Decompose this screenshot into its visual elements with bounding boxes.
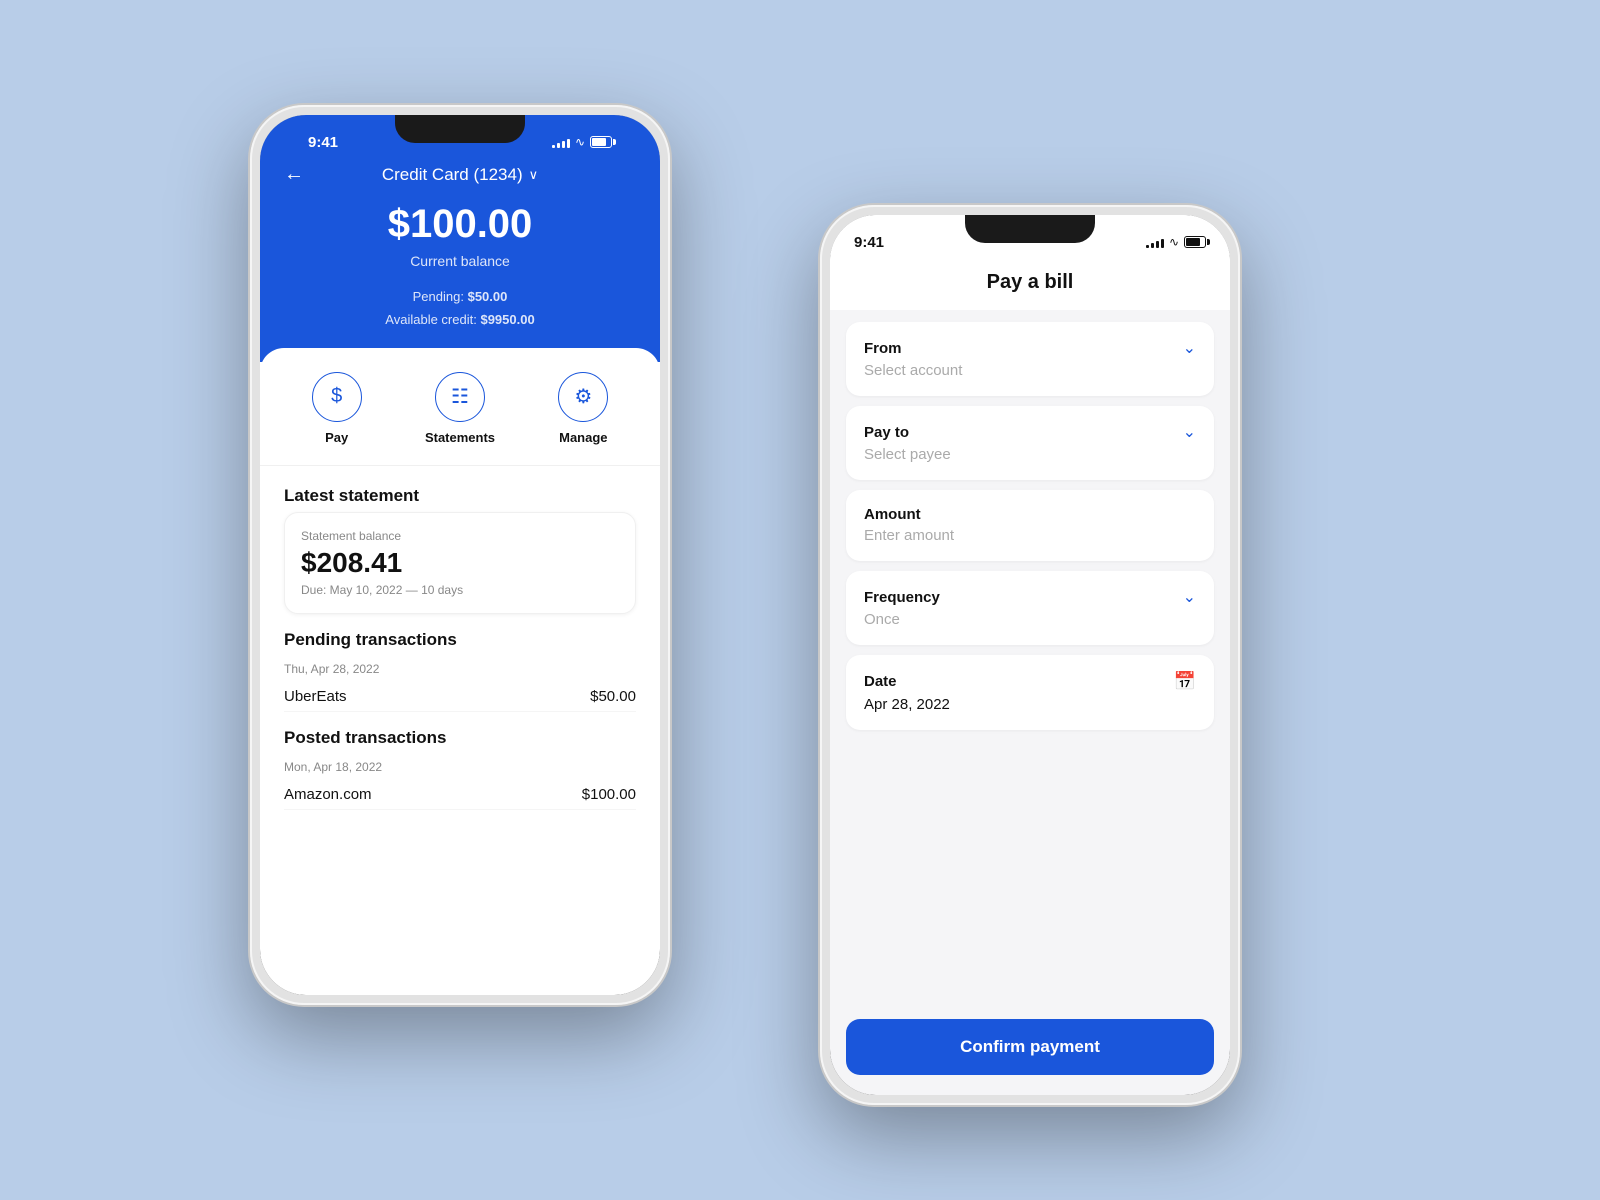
page-title: Pay a bill xyxy=(830,259,1230,310)
frequency-label: Frequency xyxy=(864,589,940,606)
transaction-amount-ubereats: $50.00 xyxy=(590,688,636,705)
phone2-screen: 9:41 ∿ xyxy=(830,215,1230,1095)
from-field[interactable]: From ⌄ Select account xyxy=(846,322,1214,396)
pending-title: Pending transactions xyxy=(284,630,636,650)
wifi-icon-1: ∿ xyxy=(575,135,585,149)
nav-title-1: Credit Card (1234) ∨ xyxy=(382,165,538,185)
time-2: 9:41 xyxy=(854,234,884,251)
transaction-name-ubereats: UberEats xyxy=(284,688,347,705)
battery-icon-2 xyxy=(1184,236,1206,248)
statements-button[interactable]: ☷ Statements xyxy=(425,372,495,445)
phone2-layout: 9:41 ∿ xyxy=(830,215,1230,1095)
date-value: Apr 28, 2022 xyxy=(864,696,950,713)
phone-pay-bill: 9:41 ∿ xyxy=(820,205,1240,1105)
statements-icon: ☷ xyxy=(435,372,485,422)
signal-icon-2 xyxy=(1146,236,1164,248)
pay-to-label: Pay to xyxy=(864,424,909,441)
status-icons-1: ∿ xyxy=(552,135,612,149)
amount-header: Amount xyxy=(864,506,1196,523)
frequency-chevron-icon[interactable]: ⌄ xyxy=(1183,587,1196,607)
date-field[interactable]: Date 📅 Apr 28, 2022 xyxy=(846,655,1214,730)
nav-bar-1: ← Credit Card (1234) ∨ xyxy=(284,159,636,202)
statement-amount: $208.41 xyxy=(301,547,619,579)
pending-date: Thu, Apr 28, 2022 xyxy=(284,662,636,676)
phone-credit-card: 9:41 ∿ xyxy=(250,105,670,1005)
statement-sublabel: Statement balance xyxy=(301,529,619,543)
posted-title: Posted transactions xyxy=(284,728,636,748)
manage-button[interactable]: ⚙ Manage xyxy=(558,372,608,445)
pay-icon: $ xyxy=(312,372,362,422)
frequency-field[interactable]: Frequency ⌄ Once xyxy=(846,571,1214,645)
manage-label: Manage xyxy=(559,430,607,445)
statements-label: Statements xyxy=(425,430,495,445)
calendar-icon[interactable]: 📅 xyxy=(1174,671,1196,692)
confirm-payment-button[interactable]: Confirm payment xyxy=(846,1019,1214,1075)
signal-icon-1 xyxy=(552,136,570,148)
from-label: From xyxy=(864,340,902,357)
back-button-1[interactable]: ← xyxy=(284,163,304,186)
pay-to-field[interactable]: Pay to ⌄ Select payee xyxy=(846,406,1214,480)
pay-label: Pay xyxy=(325,430,348,445)
table-row: UberEats $50.00 xyxy=(284,682,636,712)
frequency-value: Once xyxy=(864,611,900,628)
battery-icon-1 xyxy=(590,136,612,148)
transaction-amount-amazon: $100.00 xyxy=(582,786,636,803)
statement-due: Due: May 10, 2022 — 10 days xyxy=(301,583,619,597)
from-header: From ⌄ xyxy=(864,338,1196,358)
date-header: Date 📅 xyxy=(864,671,1196,692)
content-scroll-1: Latest statement Statement balance $208.… xyxy=(260,466,660,830)
notch-1 xyxy=(395,115,525,143)
notch-2 xyxy=(965,215,1095,243)
form-area: From ⌄ Select account Pay to ⌄ Select p xyxy=(830,310,1230,1007)
action-buttons: $ Pay ☷ Statements ⚙ Manage xyxy=(260,372,660,466)
scene: 9:41 ∿ xyxy=(200,75,1400,1125)
frequency-header: Frequency ⌄ xyxy=(864,587,1196,607)
status-icons-2: ∿ xyxy=(1146,235,1206,249)
from-chevron-icon[interactable]: ⌄ xyxy=(1183,338,1196,358)
amount-label: Amount xyxy=(864,506,921,523)
wifi-icon-2: ∿ xyxy=(1169,235,1179,249)
pay-button[interactable]: $ Pay xyxy=(312,372,362,445)
from-value: Select account xyxy=(864,362,962,379)
balance-label: Current balance xyxy=(284,253,636,269)
time-1: 9:41 xyxy=(308,134,338,151)
pay-to-header: Pay to ⌄ xyxy=(864,422,1196,442)
amount-value: Enter amount xyxy=(864,527,954,544)
balance-details: Pending: $50.00 Available credit: $9950.… xyxy=(284,285,636,332)
balance-amount: $100.00 xyxy=(284,202,636,247)
latest-statement-title: Latest statement xyxy=(284,486,636,506)
credit-card-header: 9:41 ∿ xyxy=(260,115,660,362)
latest-statement-card: Statement balance $208.41 Due: May 10, 2… xyxy=(284,512,636,614)
transaction-name-amazon: Amazon.com xyxy=(284,786,372,803)
date-label: Date xyxy=(864,673,897,690)
posted-date: Mon, Apr 18, 2022 xyxy=(284,760,636,774)
chevron-down-icon-1[interactable]: ∨ xyxy=(529,167,539,183)
amount-field[interactable]: Amount Enter amount xyxy=(846,490,1214,561)
manage-icon: ⚙ xyxy=(558,372,608,422)
white-card-1: $ Pay ☷ Statements ⚙ Manage xyxy=(260,348,660,830)
pay-to-chevron-icon[interactable]: ⌄ xyxy=(1183,422,1196,442)
pay-to-value: Select payee xyxy=(864,446,951,463)
table-row: Amazon.com $100.00 xyxy=(284,780,636,810)
